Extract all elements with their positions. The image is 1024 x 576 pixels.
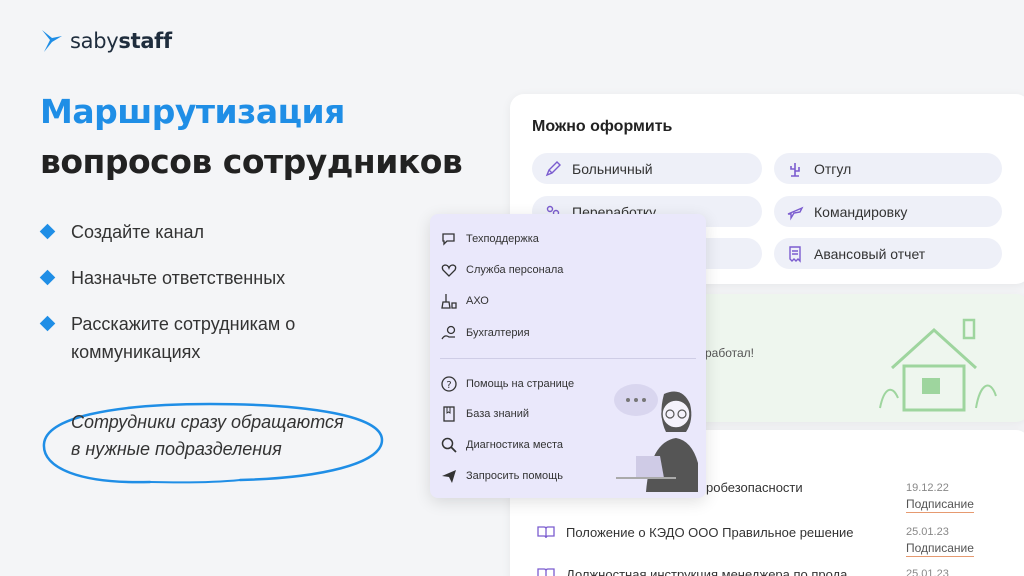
doc-row[interactable]: Положение о КЭДО ООО Правильное решение (536, 524, 854, 540)
diamond-icon (39, 315, 56, 332)
doc-date: 25.01.23 (906, 568, 949, 576)
diamond-icon (39, 223, 56, 240)
bullet-item: Создайте канал (39, 218, 372, 246)
diamond-icon (39, 269, 56, 286)
menu-item-tech-support[interactable]: Техподдержка (440, 231, 539, 247)
doc-row[interactable]: робезопасности (706, 480, 803, 495)
chip-business-trip[interactable]: Командировку (774, 196, 1002, 227)
chip-expense-report[interactable]: Авансовый отчет (774, 238, 1002, 269)
book-icon (443, 406, 455, 422)
bullet-item: Расскажите сотрудникам о коммуникациях (39, 310, 372, 366)
doc-status: Подписание (906, 497, 974, 513)
send-icon (442, 470, 456, 483)
menu-item-diagnostics[interactable]: Диагностика места (440, 436, 563, 454)
house-illustration (879, 318, 997, 412)
menu-item-knowledge-base[interactable]: База знаний (440, 405, 529, 423)
plane-icon (787, 206, 804, 221)
chip-day-off[interactable]: Отгул (774, 153, 1002, 184)
support-person-illustration (614, 384, 698, 492)
bullet-list: Создайте канал Назначьте ответственных Р… (39, 218, 372, 384)
doc-date: 25.01.23 (906, 526, 949, 538)
doc-status: Подписание (906, 541, 974, 557)
menu-item-accounting[interactable]: Бухгалтерия (440, 324, 530, 342)
bird-logo-icon (42, 30, 62, 52)
coins-icon (441, 325, 456, 340)
menu-item-request-help[interactable]: Запросить помощь (440, 467, 563, 485)
heart-icon (441, 264, 457, 277)
question-icon: ? (441, 376, 457, 392)
hero-title-line1: Маршрутизация (40, 92, 345, 131)
magnifier-icon (441, 437, 457, 453)
greeting-text: работал! (705, 346, 755, 360)
chip-sick-leave[interactable]: Больничный (532, 153, 762, 184)
menu-item-help-page[interactable]: ? Помощь на странице (440, 375, 574, 393)
broom-icon (441, 294, 457, 309)
doc-row[interactable]: Должностная инструкция менеджера по прод… (536, 566, 847, 576)
cactus-icon (790, 162, 800, 177)
pen-icon (545, 160, 561, 176)
book-open-icon (537, 526, 555, 539)
svg-text:?: ? (446, 380, 451, 391)
book-open-icon (537, 568, 555, 576)
chat-icon (442, 233, 455, 246)
doc-date: 19.12.22 (906, 482, 949, 494)
hero-title-line2: вопросов сотрудников (40, 142, 463, 181)
receipt-icon (789, 245, 801, 263)
request-card-title: Можно оформить (532, 118, 673, 135)
menu-divider (440, 358, 696, 359)
callout-text: Сотрудники сразу обращаются в нужные под… (71, 412, 344, 459)
menu-item-hr[interactable]: Служба персонала (440, 262, 563, 278)
bullet-item: Назначьте ответственных (39, 264, 372, 292)
menu-item-aho[interactable]: АХО (440, 292, 489, 310)
brand-name: sabystaff (70, 29, 172, 53)
support-menu: Техподдержка Служба персонала АХО Бухгал… (430, 214, 706, 498)
logo: sabystaff (40, 28, 172, 54)
